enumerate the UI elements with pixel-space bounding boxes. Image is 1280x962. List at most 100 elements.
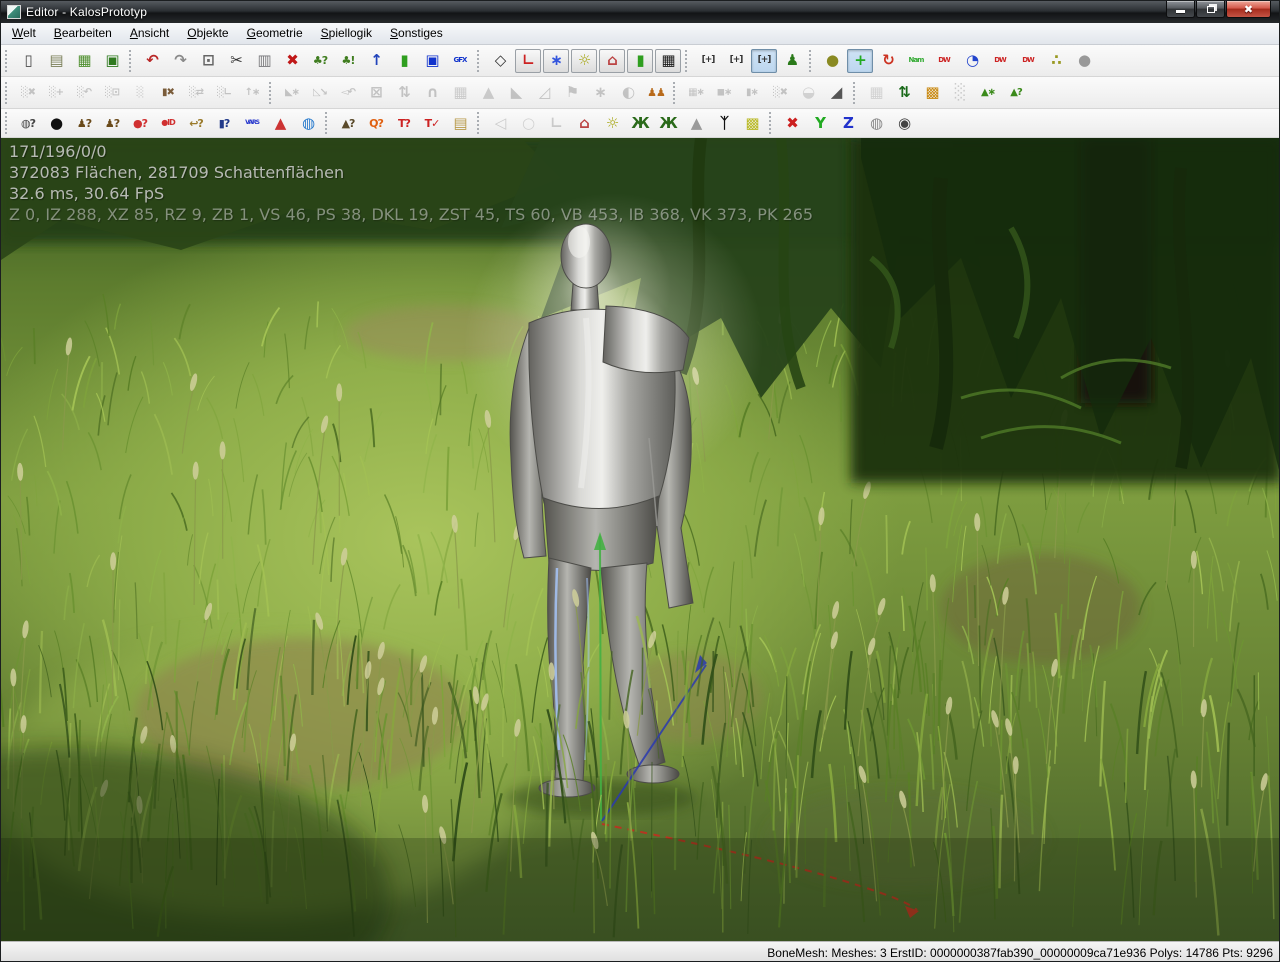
menu-item-objekte[interactable]: Objekte — [178, 24, 237, 43]
portal-delete-icon[interactable]: ▮✖ — [155, 81, 181, 105]
undo-icon[interactable]: ↶ — [139, 49, 165, 73]
terrain-raise-lower-icon[interactable]: ⇅ — [891, 81, 917, 105]
person-route-query-icon[interactable]: ♟? — [71, 111, 97, 135]
soft-grid-icon: ▦ — [447, 81, 473, 105]
paste-icon[interactable]: ▥ — [251, 49, 277, 73]
menu-item-sonstiges[interactable]: Sonstiges — [381, 24, 452, 43]
quest-query-icon[interactable]: Q? — [363, 111, 389, 135]
grid-toggle[interactable]: ▦ — [655, 49, 681, 73]
camera-x-icon[interactable]: ✖ — [779, 111, 805, 135]
map-sparkle-icon[interactable]: ▩ — [739, 111, 765, 135]
terrain-query-icon[interactable]: ▲? — [1003, 81, 1029, 105]
pickle-object-icon[interactable]: ▮ — [391, 49, 417, 73]
person-query-icon[interactable]: ♟? — [99, 111, 125, 135]
focus-camera-toggle[interactable]: [+] — [751, 49, 777, 73]
bug-delete2-icon[interactable]: Ж — [655, 111, 681, 135]
axis-widget-toggle[interactable]: ∟ — [515, 49, 541, 73]
open-folder-icon[interactable]: ▤ — [43, 49, 69, 73]
new-file-icon[interactable]: ▯ — [15, 49, 41, 73]
render-sphere-icon[interactable]: ● — [1071, 49, 1097, 73]
cylinder-new-icon: ▮∗ — [739, 81, 765, 105]
wireframe-cube-icon[interactable]: ◇ — [487, 49, 513, 73]
text-query-icon[interactable]: T? — [391, 111, 417, 135]
focus-selection-icon[interactable]: [+] — [695, 49, 721, 73]
terrain-plate-icon: ▦ — [863, 81, 889, 105]
red-sphere-id-icon[interactable]: ●ID — [155, 111, 181, 135]
fog-sphere-icon: ○ — [515, 111, 541, 135]
dark-wedge-icon[interactable]: ◢ — [823, 81, 849, 105]
load-dw-object2-icon[interactable]: DW — [1015, 49, 1041, 73]
vars-sphere-query-icon[interactable]: VARS — [239, 111, 265, 135]
camera-y-icon[interactable]: Y — [807, 111, 833, 135]
red-sphere-query-icon[interactable]: ●? — [127, 111, 153, 135]
move-object-toggle[interactable]: + — [847, 49, 873, 73]
camera-z-icon[interactable]: Z — [835, 111, 861, 135]
blue-frame-icon[interactable]: ▣ — [419, 49, 445, 73]
gfx-settings-icon[interactable]: GFX — [447, 49, 473, 73]
runner-icon[interactable]: ᛉ — [711, 111, 737, 135]
light-shadow-toggle[interactable]: ☼ — [571, 49, 597, 73]
menu-item-geometrie[interactable]: Geometrie — [238, 24, 312, 43]
rotate-object-icon[interactable]: ↻ — [875, 49, 901, 73]
tree-up-arrow-icon[interactable]: ↑ — [363, 49, 389, 73]
cone-alert-icon[interactable]: ▲ — [267, 111, 293, 135]
star-light-toggle[interactable]: ∗ — [543, 49, 569, 73]
mountain-gray-icon[interactable]: ▲ — [683, 111, 709, 135]
gizmo-axis-up[interactable] — [600, 536, 601, 821]
text-check-icon[interactable]: T✓ — [419, 111, 445, 135]
markers-clear-icon: ░✖ — [767, 81, 793, 105]
sphere-bomb-icon[interactable]: ● — [819, 49, 845, 73]
save-file-icon[interactable]: ▣ — [99, 49, 125, 73]
menu-item-bearbeiten[interactable]: Bearbeiten — [45, 24, 121, 43]
environment-toggle[interactable]: ⌂ — [599, 49, 625, 73]
toolbar-grip — [477, 50, 482, 72]
stats-fps: 32.6 ms, 30.64 FpS — [9, 183, 813, 204]
book-log-icon[interactable]: ▤ — [447, 111, 473, 135]
arrow-swap-query-icon[interactable]: ↩? — [183, 111, 209, 135]
stats-faces: 372083 Flächen, 281709 Schattenflächen — [9, 162, 813, 183]
window-title: Editor - KalosPrototyp — [26, 5, 147, 19]
swap-people-icon[interactable]: ♟♟ — [643, 81, 669, 105]
terrain-sparkle-icon[interactable]: ▲∗ — [975, 81, 1001, 105]
menu-item-ansicht[interactable]: Ansicht — [121, 24, 178, 43]
restore-icon — [1207, 6, 1215, 13]
delete-icon[interactable]: ✖ — [279, 49, 305, 73]
cut-icon[interactable]: ✂ — [223, 49, 249, 73]
terrain-dark-query-icon[interactable]: ▲? — [335, 111, 361, 135]
toolbar-grip — [5, 112, 10, 134]
restore-button[interactable] — [1196, 1, 1225, 18]
status-text: BoneMesh: Meshes: 3 ErstID: 0000000387fa… — [767, 946, 1273, 960]
tree-alert-icon[interactable]: ♣! — [335, 49, 361, 73]
light-shadow-icon[interactable]: ☼ — [599, 111, 625, 135]
tree-query-icon[interactable]: ♣? — [307, 49, 333, 73]
save-timed-object-icon[interactable]: ◔ — [959, 49, 985, 73]
world-globe-icon[interactable]: ◍ — [295, 111, 321, 135]
stats-detail: Z 0, IZ 288, XZ 85, RZ 9, ZB 1, VS 46, P… — [9, 204, 813, 225]
save-dw-object-icon[interactable]: DW — [931, 49, 957, 73]
name-object-icon[interactable]: Nam — [903, 49, 929, 73]
grid-new-icon: ▦∗ — [683, 81, 709, 105]
minimize-button[interactable] — [1166, 1, 1195, 18]
black-sphere-material-icon[interactable]: ● — [43, 111, 69, 135]
vegetation-toggle[interactable]: ▮ — [627, 49, 653, 73]
walk-terrain-icon[interactable]: ♟ — [779, 49, 805, 73]
menu-item-spiellogik[interactable]: Spiellogik — [312, 24, 381, 43]
sphere-script-query-icon[interactable]: ◍? — [15, 111, 41, 135]
viewport-3d-scene[interactable]: 171/196/0/0 372083 Flächen, 281709 Schat… — [1, 138, 1280, 941]
bug-delete-icon[interactable]: Ж — [627, 111, 653, 135]
projector-icon: ◁ — [487, 111, 513, 135]
close-button[interactable]: ✖ — [1226, 1, 1271, 18]
load-dw-object-icon[interactable]: DW — [987, 49, 1013, 73]
checker-sphere-icon[interactable]: ◍ — [863, 111, 889, 135]
redo-icon[interactable]: ↷ — [167, 49, 193, 73]
sound-sphere-icon[interactable]: ◉ — [891, 111, 917, 135]
menu-item-welt[interactable]: Welt — [3, 24, 45, 43]
house-env-icon[interactable]: ⌂ — [571, 111, 597, 135]
scatter-objects-icon[interactable]: ∴ — [1043, 49, 1069, 73]
focus-object-icon[interactable]: [+] — [723, 49, 749, 73]
panel-stats-query-icon[interactable]: ▮? — [211, 111, 237, 135]
copy-icon[interactable]: ⊡ — [195, 49, 221, 73]
gold-tile-icon[interactable]: ▩ — [919, 81, 945, 105]
texture-palette-icon[interactable]: ▦ — [71, 49, 97, 73]
title-bar[interactable]: Editor - KalosPrototyp ✖ — [1, 1, 1279, 23]
